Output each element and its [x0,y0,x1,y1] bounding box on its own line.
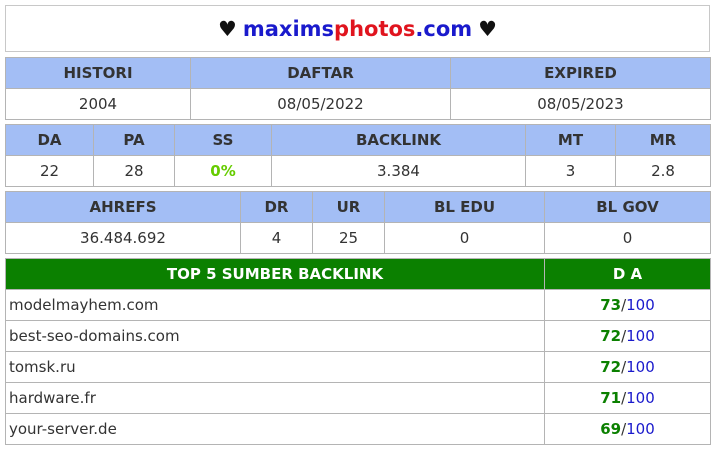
value-mr: 2.8 [615,155,711,187]
domain-part-2: photos [334,16,416,41]
backlink-da: 72/100 [544,351,711,383]
value-bl-edu: 0 [384,222,545,254]
header-bl-gov: BL GOV [544,191,711,223]
header-histori: HISTORI [5,57,191,89]
metrics-value-row: 22 28 0% 3.384 3 2.8 [5,155,711,187]
backlink-domain: hardware.fr [5,382,545,414]
da-max: 100 [626,327,655,345]
metrics-header-row: DA PA SS BACKLINK MT MR [5,124,711,156]
value-pa: 28 [93,155,175,187]
backlink-domain: best-seo-domains.com [5,320,545,352]
domain-part-3: .com [415,16,473,41]
table-row: best-seo-domains.com 72/100 [5,320,711,352]
seo-table: AHREFS DR UR BL EDU BL GOV 36.484.692 4 … [5,191,711,254]
table-row: modelmayhem.com 73/100 [5,289,711,321]
value-ur: 25 [312,222,385,254]
value-backlink: 3.384 [271,155,526,187]
header-mt: MT [525,124,616,156]
header-top-sources: TOP 5 SUMBER BACKLINK [5,258,545,290]
backlink-domain: tomsk.ru [5,351,545,383]
da-score: 69 [600,420,622,438]
header-expired: EXPIRED [450,57,711,89]
value-bl-gov: 0 [544,222,711,254]
registration-table: HISTORI DAFTAR EXPIRED 2004 08/05/2022 0… [5,57,711,120]
table-row: tomsk.ru 72/100 [5,351,711,383]
header-mr: MR [615,124,711,156]
backlink-domain: modelmayhem.com [5,289,545,321]
backlink-sources-table: TOP 5 SUMBER BACKLINK D A modelmayhem.co… [5,258,711,445]
value-ss: 0% [174,155,272,187]
header-ahrefs: AHREFS [5,191,241,223]
table-row: your-server.de 69/100 [5,413,711,445]
da-max: 100 [626,358,655,376]
domain-name: maximsphotos.com [243,17,472,41]
backlink-da: 69/100 [544,413,711,445]
header-ss: SS [174,124,272,156]
header-bl-edu: BL EDU [384,191,545,223]
da-score: 72 [600,327,622,345]
registration-header-row: HISTORI DAFTAR EXPIRED [5,57,711,89]
da-max: 100 [626,296,655,314]
seo-value-row: 36.484.692 4 25 0 0 [5,222,711,254]
header-source-da: D A [544,258,711,290]
header-dr: DR [240,191,313,223]
value-ahrefs: 36.484.692 [5,222,241,254]
backlink-header-row: TOP 5 SUMBER BACKLINK D A [5,258,711,290]
header-da: DA [5,124,94,156]
header-ur: UR [312,191,385,223]
heart-icon-left: ♥ [218,16,237,41]
registration-value-row: 2004 08/05/2022 08/05/2023 [5,88,711,120]
da-score: 72 [600,358,622,376]
da-max: 100 [626,389,655,407]
heart-icon-right: ♥ [478,16,497,41]
value-expired: 08/05/2023 [450,88,711,120]
site-title: ♥ maximsphotos.com ♥ [5,5,710,52]
value-mt: 3 [525,155,616,187]
value-dr: 4 [240,222,313,254]
backlink-da: 72/100 [544,320,711,352]
domain-part-1: maxims [242,16,335,41]
backlink-da: 71/100 [544,382,711,414]
backlink-domain: your-server.de [5,413,545,445]
seo-header-row: AHREFS DR UR BL EDU BL GOV [5,191,711,223]
metrics-table: DA PA SS BACKLINK MT MR 22 28 0% 3.384 3… [5,124,711,187]
header-pa: PA [93,124,175,156]
header-daftar: DAFTAR [190,57,451,89]
da-score: 73 [600,296,622,314]
value-daftar: 08/05/2022 [190,88,451,120]
table-row: hardware.fr 71/100 [5,382,711,414]
backlink-da: 73/100 [544,289,711,321]
da-max: 100 [626,420,655,438]
value-da: 22 [5,155,94,187]
value-histori: 2004 [5,88,191,120]
da-score: 71 [600,389,622,407]
header-backlink: BACKLINK [271,124,526,156]
